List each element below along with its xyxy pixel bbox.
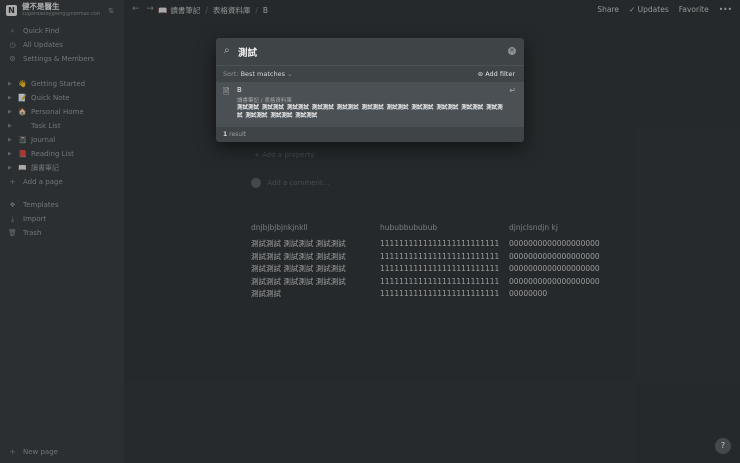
- search-icon: ⌕: [224, 45, 230, 56]
- result-snippet: 測試測試 測試測試 測試測試 測試測試 測試測試 測試測試 測試測試 測試測試 …: [237, 105, 503, 119]
- result-title: B: [237, 86, 242, 94]
- sort-label: Sort:: [223, 70, 239, 78]
- search-input[interactable]: [238, 44, 498, 59]
- search-bar: ⌕ ✕: [216, 38, 524, 65]
- enter-icon: ↵: [509, 86, 516, 95]
- result-count-label: result: [229, 131, 247, 138]
- chevron-down-icon: ⌄: [287, 70, 293, 78]
- clear-search-icon[interactable]: ✕: [508, 47, 516, 55]
- result-path: 讀書筆記 / 表格資料庫: [237, 98, 292, 104]
- page-icon: 🗎: [223, 87, 230, 96]
- filter-icon: ⊜: [477, 70, 484, 78]
- help-button[interactable]: ?: [715, 438, 731, 454]
- search-result-item[interactable]: 🗎 B 讀書筆記 / 表格資料庫 測試測試 測試測試 測試測試 測試測試 測試測…: [216, 82, 524, 127]
- add-filter-button[interactable]: ⊜ Add filter: [478, 70, 515, 78]
- result-count: 1 result: [223, 131, 246, 138]
- search-modal: ⌕ ✕ Sort: Best matches ⌄ ⊜ Add filter 🗎 …: [216, 38, 524, 142]
- result-count-number: 1: [223, 131, 228, 138]
- search-sort-bar: Sort: Best matches ⌄ ⊜ Add filter: [216, 65, 524, 80]
- sort-dropdown[interactable]: Sort: Best matches ⌄: [223, 70, 293, 78]
- sort-value: Best matches: [240, 70, 285, 78]
- add-filter-label: Add filter: [485, 70, 515, 78]
